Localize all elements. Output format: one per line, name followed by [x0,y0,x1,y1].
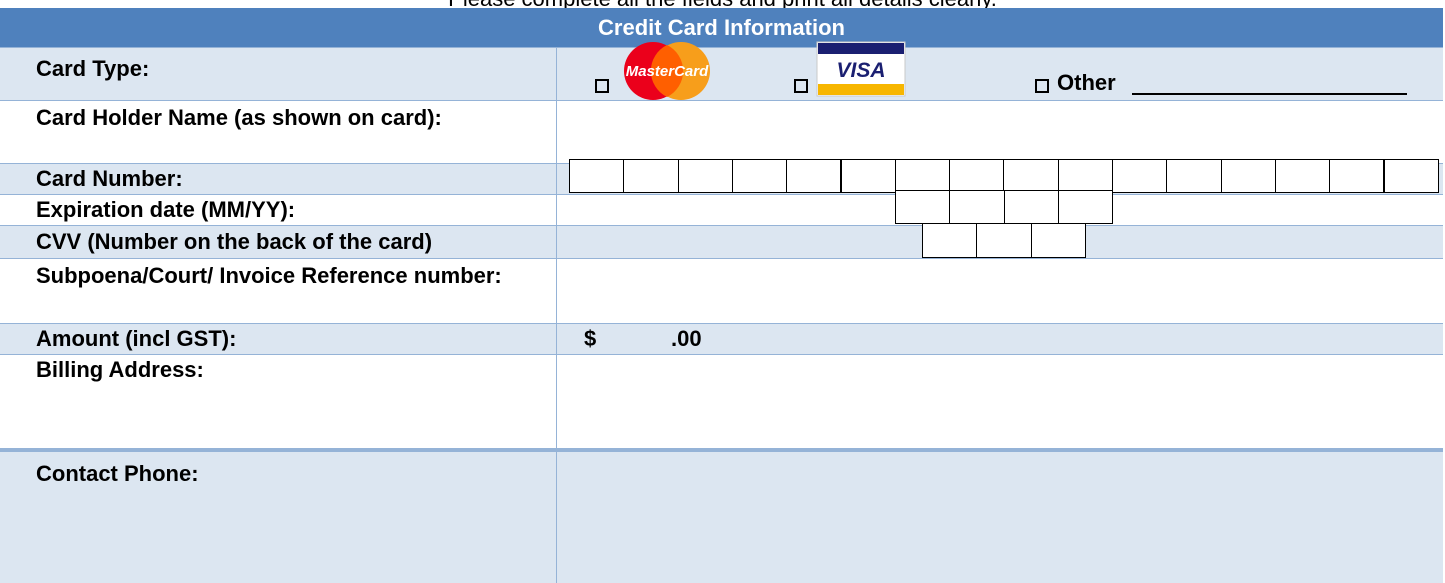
card-number-digit-box[interactable] [949,159,1005,193]
expiration-label: Expiration date (MM/YY): [0,195,557,225]
card-number-digit-box[interactable] [623,159,679,193]
mastercard-checkbox[interactable] [595,79,609,93]
contact-phone-row: Contact Phone: [0,452,1443,583]
card-number-digit-box[interactable] [677,159,733,193]
card-holder-label: Card Holder Name (as shown on card): [0,101,557,163]
reference-field[interactable] [557,259,1443,323]
card-number-digit-box[interactable] [1274,159,1331,193]
cvv-digit-box[interactable] [976,223,1032,258]
card-type-row: Card Type: MasterCard VISA Other [0,41,1443,101]
expiration-boxes [557,190,1443,225]
reference-row: Subpoena/Court/ Invoice Reference number… [0,259,1443,324]
card-number-digit-box[interactable] [1057,159,1113,193]
visa-checkbox[interactable] [794,79,808,93]
svg-text:VISA: VISA [836,59,885,82]
card-number-digit-box[interactable] [1166,159,1222,193]
card-number-digit-box[interactable] [569,159,625,193]
other-label: Other [1057,70,1116,95]
card-number-digit-box[interactable] [786,159,842,193]
card-number-digit-box[interactable] [1003,159,1059,193]
card-number-label: Card Number: [0,164,557,194]
expiration-digit-box[interactable] [1057,190,1114,224]
card-number-digit-box[interactable] [1112,159,1168,193]
cvv-row: CVV (Number on the back of the card) [0,223,1443,259]
mastercard-logo-icon: MasterCard [624,42,710,100]
currency-symbol: $ [584,326,597,351]
form-title: Credit Card Information [0,8,1443,48]
billing-address-label: Billing Address: [0,355,557,448]
expiration-row: Expiration date (MM/YY): [0,190,1443,226]
contact-phone-label: Contact Phone: [0,452,557,583]
cvv-digit-box[interactable] [922,223,978,258]
billing-address-row: Billing Address: [0,355,1443,449]
amount-cents: .00 [671,326,702,351]
card-number-row: Card Number: [0,159,1443,195]
cvv-label: CVV (Number on the back of the card) [0,226,557,258]
card-type-label: Card Type: [0,48,557,100]
expiration-digit-box[interactable] [949,190,1005,224]
card-holder-row: Card Holder Name (as shown on card): [0,101,1443,164]
card-holder-field[interactable] [557,101,1443,163]
card-number-digit-box[interactable] [840,159,896,193]
card-number-digit-box[interactable] [894,159,951,193]
reference-label: Subpoena/Court/ Invoice Reference number… [0,259,557,323]
contact-phone-field[interactable] [557,452,1443,583]
billing-address-field[interactable] [557,355,1443,448]
amount-field[interactable]: $ .00 [557,324,1443,354]
other-checkbox[interactable] [1035,79,1049,93]
svg-text:MasterCard: MasterCard [626,63,709,80]
other-write-in-line[interactable] [1132,93,1407,95]
card-number-digit-box[interactable] [1220,159,1276,193]
card-number-digit-box[interactable] [1329,159,1385,193]
visa-logo-icon: VISA [816,41,906,97]
cvv-digit-box[interactable] [1030,223,1086,258]
amount-row: Amount (incl GST): $ .00 [0,324,1443,355]
card-type-options: MasterCard VISA Other [557,41,1443,100]
expiration-digit-box[interactable] [1003,190,1059,224]
amount-label: Amount (incl GST): [0,324,557,354]
expiration-digit-box[interactable] [895,190,951,224]
card-number-digit-box[interactable] [1383,159,1439,193]
cvv-boxes [557,223,1443,258]
card-number-digit-box[interactable] [731,159,788,193]
